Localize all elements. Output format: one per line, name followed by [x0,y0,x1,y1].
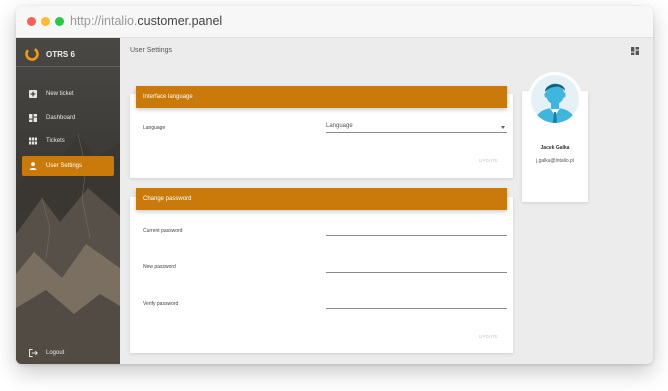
person-icon [28,161,38,171]
close-window-button[interactable] [27,17,36,26]
sidebar-item-user-settings[interactable]: User Settings [22,156,114,176]
logout-icon [28,348,38,358]
chevron-down-icon [501,126,505,129]
sidebar: OTRS 6 New ticket Dashboard Tickets User… [16,38,120,364]
sidebar-item-dashboard[interactable]: Dashboard [22,108,114,128]
minimize-window-button[interactable] [41,17,50,26]
sidebar-item-label: Tickets [46,138,65,144]
sidebar-divider [16,66,120,67]
password-card-header: Change password [136,188,507,210]
profile-name: Jacek Galka [540,145,570,151]
brand[interactable]: OTRS 6 [24,42,75,66]
address-bar[interactable]: http://intalio.customer.panel [70,14,222,28]
update-password-button[interactable]: UPDATE [479,334,498,339]
maximize-window-button[interactable] [55,17,64,26]
url-domain: customer.panel [137,14,223,28]
language-select[interactable]: Language [326,123,507,133]
profile-email[interactable]: j.galka@intalio.pl [522,158,588,164]
verify-password-label: Verify password [143,301,179,307]
sidebar-item-tickets[interactable]: Tickets [22,131,114,151]
plus-square-icon [28,89,38,99]
new-password-label: New password [143,264,176,270]
verify-password-field[interactable] [326,299,507,309]
dashboard-view-icon[interactable] [631,47,639,55]
password-card [130,197,513,353]
sidebar-item-label: Dashboard [46,115,76,121]
grid-icon [28,136,38,146]
sidebar-item-label: New ticket [46,91,74,97]
new-password-field[interactable] [326,263,507,273]
page-title: User Settings [130,47,173,54]
top-bar: User Settings [120,38,653,64]
dashboard-icon [28,113,38,123]
sidebar-item-new-ticket[interactable]: New ticket [22,84,114,104]
current-password-label: Current password [143,228,183,234]
update-language-button[interactable]: UPDATE [479,158,498,163]
sidebar-item-label: Logout [46,350,65,356]
url-prefix: http://intalio. [70,14,138,28]
browser-window: http://intalio.customer.panel OTRS 6 New… [16,6,653,364]
otrs-logo-icon [25,47,39,61]
language-label: Language [143,125,166,131]
language-select-value: Language [326,123,353,129]
avatar [528,72,582,126]
sidebar-item-logout[interactable]: Logout [22,343,114,363]
browser-titlebar: http://intalio.customer.panel [16,6,653,38]
language-card-header: Interface language [136,86,507,108]
sidebar-item-label: User Settings [46,163,83,169]
current-password-field[interactable] [326,226,507,236]
brand-name: OTRS 6 [46,49,75,59]
